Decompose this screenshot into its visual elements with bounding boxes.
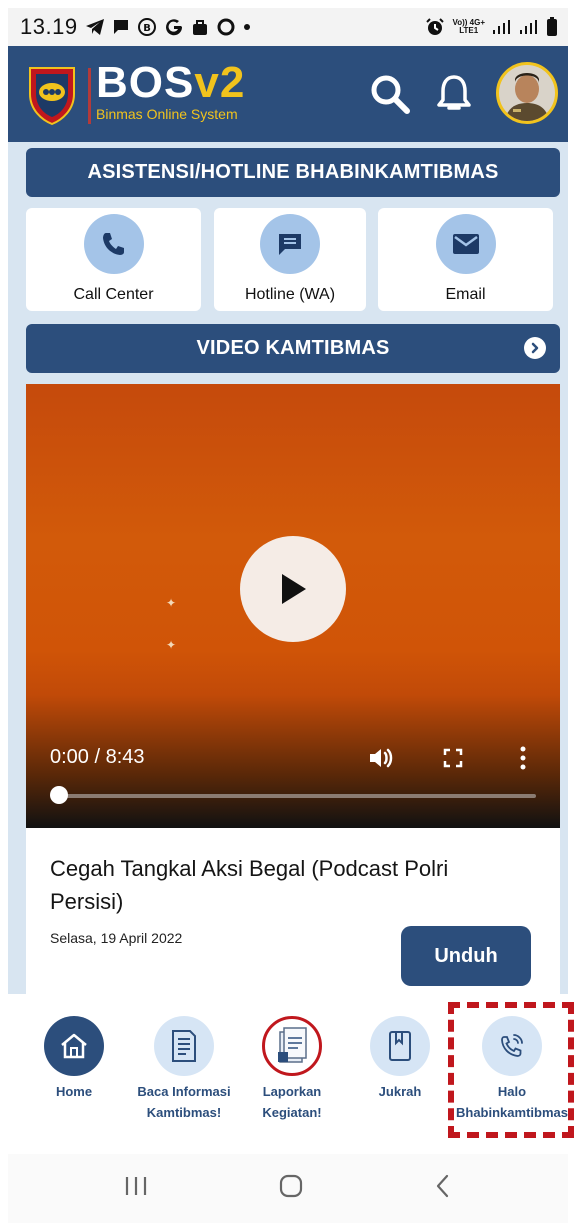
chevron-right-icon: [524, 337, 546, 359]
nav-item-jukrah[interactable]: Jukrah: [365, 1016, 435, 1102]
chat-icon: [279, 234, 301, 255]
volume-button[interactable]: [367, 744, 395, 772]
hotline-wa-label: Hotline (WA): [244, 286, 336, 303]
document-icon: [172, 1030, 196, 1062]
call-center-label: Call Center: [73, 286, 154, 303]
user-photo-icon: [499, 65, 555, 121]
more-options-button[interactable]: [509, 744, 537, 772]
status-bar: 13.19 B Vo)) 4G+ LTE1: [8, 8, 568, 46]
brand-name: BOS: [96, 58, 195, 107]
sparkle-decoration: ✦: [166, 638, 177, 652]
logo-divider: [88, 68, 91, 124]
video-date: Selasa, 19 April 2022: [50, 930, 183, 946]
search-button[interactable]: [368, 72, 412, 116]
hotline-wa-card[interactable]: Hotline (WA): [214, 208, 366, 311]
home-icon: [61, 1033, 87, 1059]
video-progress-track[interactable]: [54, 794, 536, 798]
signal-icon-2: [519, 19, 539, 35]
recent-apps-button[interactable]: [123, 1174, 149, 1203]
fullscreen-button[interactable]: [439, 744, 467, 772]
brand-subtitle: Binmas Online System: [96, 106, 238, 122]
back-button[interactable]: [433, 1173, 453, 1204]
video-title: Cegah Tangkal Aksi Begal (Podcast Polri …: [50, 856, 449, 914]
video-progress-thumb[interactable]: [50, 786, 68, 804]
home-circle: [44, 1016, 104, 1076]
message-icon: [112, 18, 130, 36]
highlight-annotation: [448, 1002, 574, 1138]
call-center-circle: [83, 214, 144, 274]
main-content: ASISTENSI/HOTLINE BHABINKAMTIBMAS Call C…: [8, 142, 568, 994]
back-icon: [437, 1174, 449, 1198]
binmas-logo-icon: [26, 64, 78, 126]
battery-icon: [546, 17, 558, 37]
video-info-card: Cegah Tangkal Aksi Begal (Podcast Polri …: [26, 828, 560, 994]
bag-icon: [191, 18, 209, 36]
brand: BOSv2 Binmas Online System: [96, 58, 246, 123]
baca-circle: [154, 1016, 214, 1076]
dot-icon: [243, 23, 251, 31]
email-circle: [435, 214, 496, 274]
video-section-title: VIDEO KAMTIBMAS: [196, 337, 390, 359]
notification-button[interactable]: [432, 72, 476, 116]
nav-label-laporkan-kegiatan: Laporkan Kegiatan!: [262, 1084, 322, 1120]
call-center-card[interactable]: Call Center: [26, 208, 201, 311]
nav-item-laporkan-kegiatan[interactable]: Laporkan Kegiatan!: [244, 1016, 340, 1123]
laporkan-circle: [262, 1016, 322, 1076]
sparkle-decoration: ✦: [166, 596, 177, 610]
asistensi-banner: ASISTENSI/HOTLINE BHABINKAMTIBMAS: [26, 148, 560, 197]
telegram-icon: [85, 18, 105, 36]
video-player[interactable]: ✦ ✦ 0:00 / 8:43: [26, 384, 560, 828]
b-circle-icon: B: [137, 17, 157, 37]
play-button[interactable]: [240, 536, 346, 642]
ring-icon: [216, 17, 236, 37]
google-icon: [164, 17, 184, 37]
more-vertical-icon: [520, 746, 526, 770]
volume-icon: [370, 748, 393, 768]
bell-icon: [437, 75, 471, 110]
search-icon: [371, 75, 410, 114]
bottom-navigation: Home Baca Informasi Kamtibmas! Laporkan …: [8, 994, 574, 1154]
mail-icon: [452, 234, 479, 254]
avatar[interactable]: [496, 62, 558, 124]
nav-label-jukrah: Jukrah: [378, 1084, 422, 1099]
nav-item-baca-informasi[interactable]: Baca Informasi Kamtibmas!: [136, 1016, 232, 1123]
status-time: 13.19: [20, 14, 78, 39]
app-header: BOSv2 Binmas Online System: [8, 46, 568, 142]
book-icon: [389, 1031, 411, 1061]
play-icon: [282, 574, 306, 604]
network-type: Vo)) 4G+ LTE1: [452, 18, 485, 35]
fullscreen-icon: [443, 748, 463, 768]
asistensi-title: ASISTENSI/HOTLINE BHABINKAMTIBMAS: [87, 161, 499, 183]
home-system-button[interactable]: [278, 1173, 304, 1204]
nav-label-home: Home: [55, 1084, 93, 1099]
email-label: Email: [445, 286, 486, 303]
email-card[interactable]: Email: [378, 208, 553, 311]
svg-text:B: B: [143, 23, 151, 34]
brand-version: v2: [194, 58, 246, 107]
download-button[interactable]: Unduh: [401, 926, 531, 986]
signal-icon: [492, 19, 512, 35]
hotline-wa-circle: [260, 214, 320, 274]
video-kamtibmas-banner[interactable]: VIDEO KAMTIBMAS: [26, 324, 560, 373]
recent-apps-icon: [125, 1177, 146, 1195]
home-system-icon: [279, 1174, 303, 1198]
phone-icon: [102, 233, 124, 255]
nav-label-baca-informasi: Baca Informasi Kamtibmas!: [137, 1084, 231, 1120]
report-icon: [278, 1027, 307, 1063]
jukrah-circle: [370, 1016, 430, 1076]
alarm-icon: [425, 17, 445, 37]
nav-item-home[interactable]: Home: [44, 1016, 104, 1102]
system-navigation-bar: [8, 1154, 568, 1223]
video-time: 0:00 / 8:43: [50, 746, 145, 768]
